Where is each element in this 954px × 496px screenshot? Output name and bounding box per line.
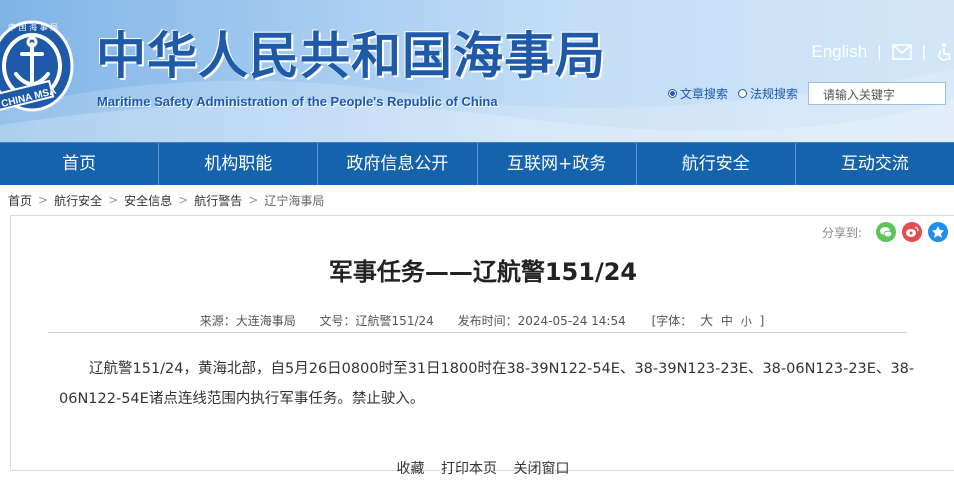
separator: | <box>921 42 926 61</box>
search-input[interactable]: 请输入关键字 <box>808 82 946 105</box>
nav-item-navigation-safety[interactable]: 航行安全 <box>637 143 796 185</box>
font-size-label: [字体： <box>651 314 693 328</box>
search-bar: 文章搜索 法规搜索 请输入关键字 <box>667 82 946 105</box>
article-source: 来源：大连海事局 <box>199 314 296 328</box>
english-link[interactable]: English <box>811 42 867 62</box>
breadcrumb: 首页 > 航行安全 > 安全信息 > 航行警告 > 辽宁海事局 <box>0 185 954 215</box>
close-window-button[interactable]: 关闭窗口 <box>513 461 569 477</box>
nav-item-gov-info[interactable]: 政府信息公开 <box>318 143 478 185</box>
print-button[interactable]: 打印本页 <box>441 461 497 477</box>
favorite-button[interactable]: 收藏 <box>397 461 425 477</box>
weibo-icon[interactable] <box>902 222 922 242</box>
breadcrumb-arrow-icon: > <box>38 193 49 207</box>
nav-item-internet-gov[interactable]: 互联网+政务 <box>478 143 637 185</box>
breadcrumb-arrow-icon: > <box>248 193 259 207</box>
nav-item-home[interactable]: 首页 <box>0 143 160 185</box>
breadcrumb-item[interactable]: 航行安全 <box>54 192 102 209</box>
top-links: English | | <box>811 42 954 62</box>
wechat-icon[interactable] <box>876 222 896 242</box>
site-header: CHINA MSA 中 国 海 事 局 中华人民共和国海事局 Maritime … <box>0 0 954 142</box>
site-title: 中华人民共和国海事局 <box>96 27 606 85</box>
breadcrumb-arrow-icon: > <box>178 193 189 207</box>
breadcrumb-item[interactable]: 辽宁海事局 <box>264 192 324 209</box>
article-actions: 收藏 打印本页 关闭窗口 <box>11 458 954 478</box>
font-size-control: [字体： 大 中 小 ] <box>650 314 767 329</box>
article-meta: 来源：大连海事局 文号：辽航警151/24 发布时间：2024-05-24 14… <box>11 310 954 329</box>
font-size-small[interactable]: 小 <box>741 315 752 328</box>
site-subtitle: Maritime Safety Administration of the Pe… <box>97 94 498 109</box>
radio-icon <box>737 89 747 98</box>
svg-text:中 国 海 事 局: 中 国 海 事 局 <box>8 22 58 32</box>
search-option-law[interactable]: 法规搜索 <box>737 85 798 102</box>
radio-selected-icon <box>667 89 677 98</box>
mail-icon[interactable] <box>891 44 912 60</box>
article-panel: 分享到: 军事任务——辽航警151/24 来源：大连海事局 文号：辽航警151/… <box>10 215 954 477</box>
nav-item-functions[interactable]: 机构职能 <box>159 143 319 185</box>
article-title: 军事任务——辽航警151/24 <box>328 258 638 286</box>
article-publish-time: 发布时间：2024-05-24 14:54 <box>457 314 626 328</box>
msa-logo: CHINA MSA 中 国 海 事 局 <box>0 20 74 112</box>
breadcrumb-item[interactable]: 航行警告 <box>194 192 242 209</box>
font-size-close: ] <box>759 314 765 328</box>
share-bar: 分享到: <box>822 222 948 242</box>
main-nav: 首页 机构职能 政府信息公开 互联网+政务 航行安全 互动交流 <box>0 142 954 185</box>
breadcrumb-arrow-icon: > <box>108 193 119 207</box>
share-label: 分享到: <box>821 225 862 240</box>
font-size-large[interactable]: 大 <box>700 314 713 329</box>
breadcrumb-item[interactable]: 首页 <box>8 192 32 209</box>
breadcrumb-item[interactable]: 安全信息 <box>124 192 172 209</box>
accessibility-icon[interactable] <box>936 42 952 62</box>
article-body: 辽航警151/24，黄海北部，自5月26日0800时至31日1800时在38-3… <box>59 361 915 407</box>
font-size-medium[interactable]: 中 <box>721 314 733 328</box>
search-option-article[interactable]: 文章搜索 <box>667 85 728 102</box>
article-doc-number: 文号：辽航警151/24 <box>319 314 434 328</box>
nav-item-interaction[interactable]: 互动交流 <box>796 143 954 185</box>
qzone-icon[interactable] <box>928 222 948 242</box>
separator: | <box>877 42 882 61</box>
divider <box>49 332 907 333</box>
